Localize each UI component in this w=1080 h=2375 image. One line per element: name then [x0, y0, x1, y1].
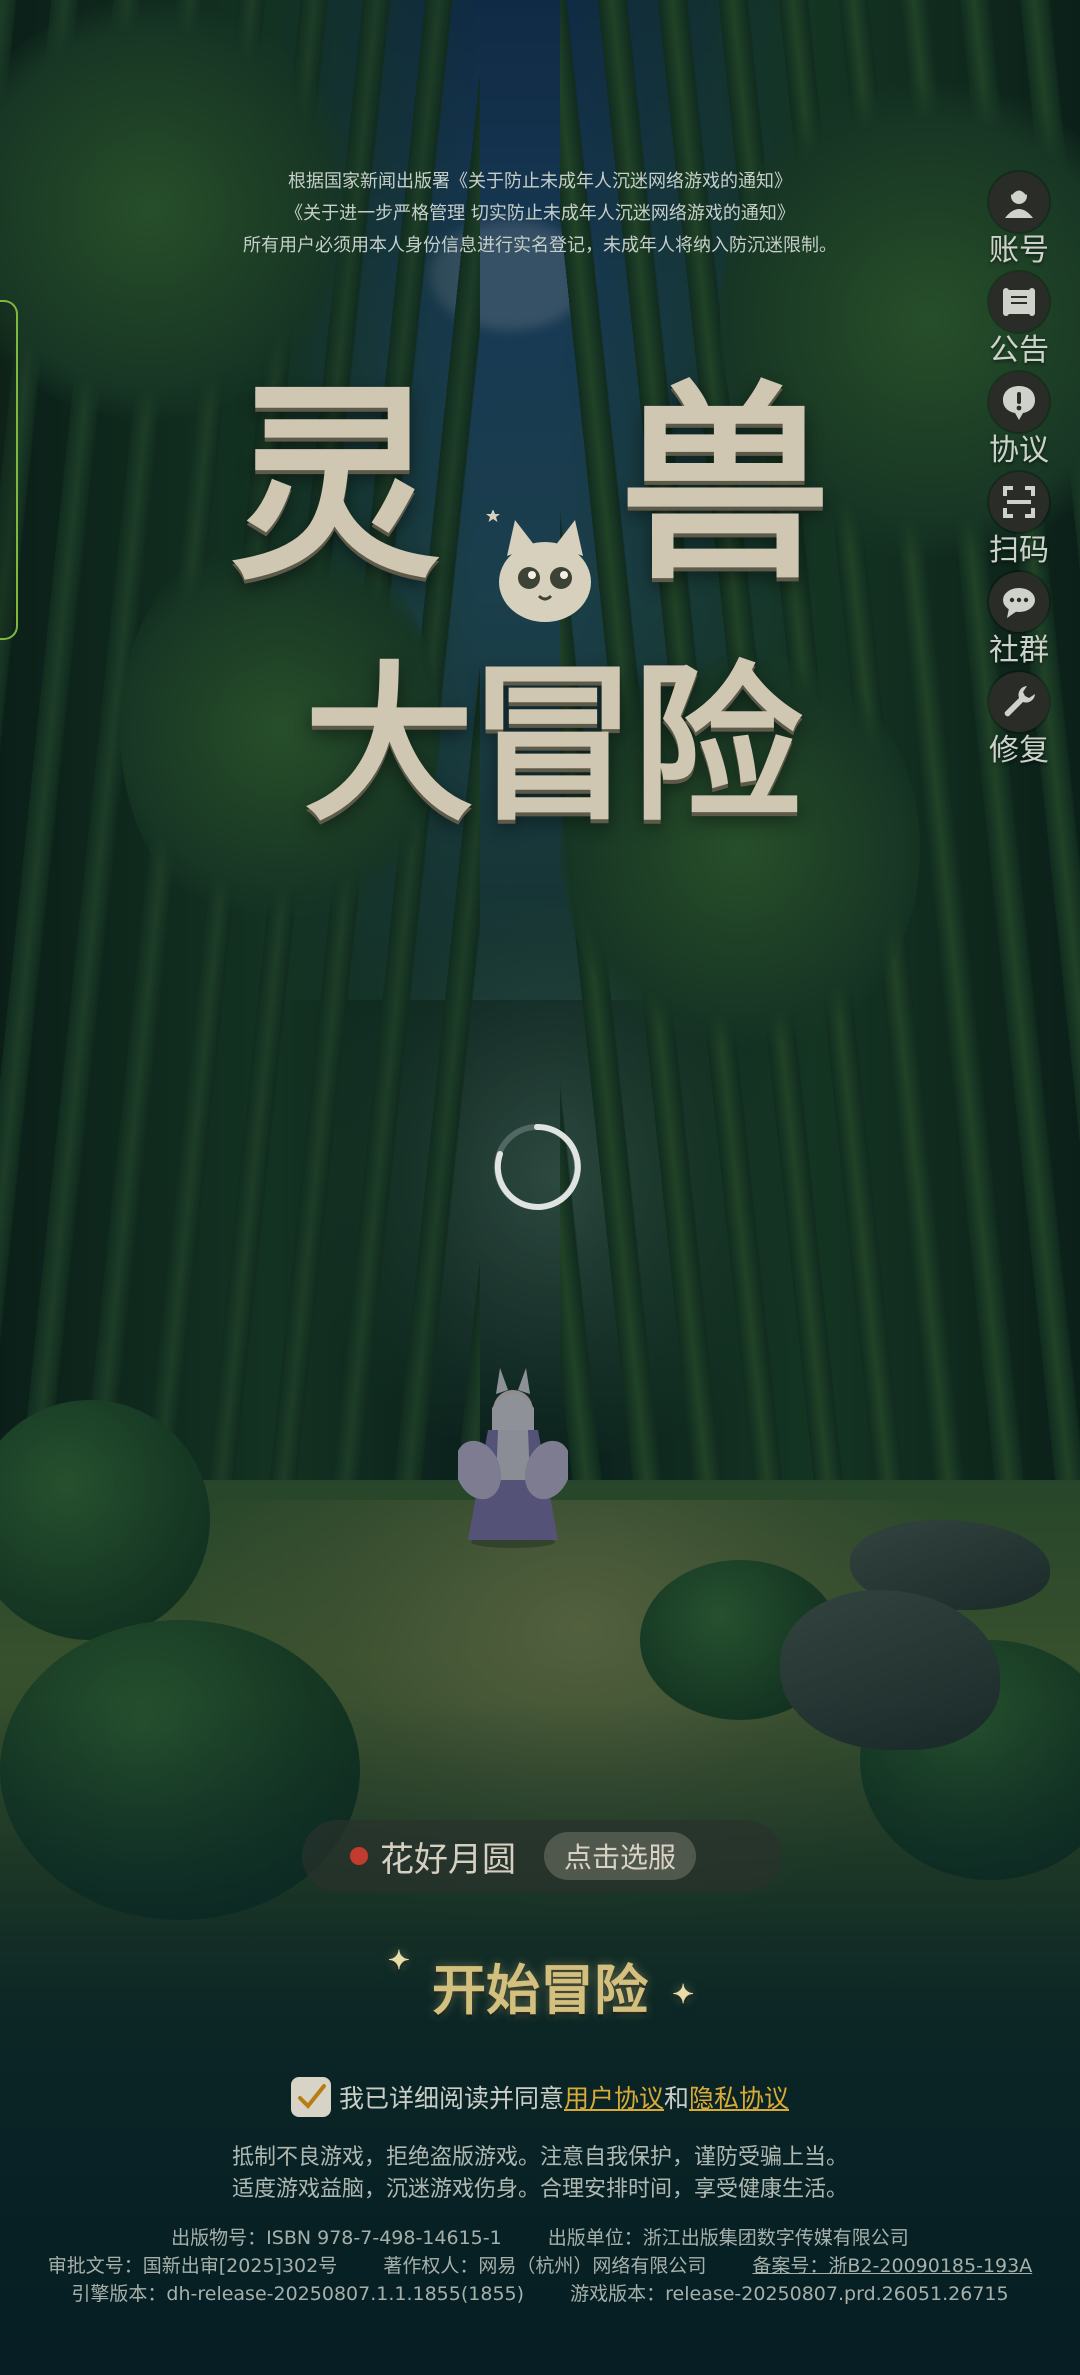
health-notice-line-1: 抵制不良游戏，拒绝盗版游戏。注意自我保护，谨防受骗上当。: [231, 2145, 848, 2170]
icp-link[interactable]: 备案号：浙B2-20090185-193A: [752, 2255, 1032, 2277]
scan-icon: [989, 472, 1049, 532]
select-server-button[interactable]: 点击选服: [544, 1832, 697, 1880]
agreement-row: 我已详细阅读并同意 用户协议 和 隐私协议: [0, 2072, 1080, 2122]
agreement-and: 和: [664, 2084, 690, 2113]
notice-line-2: 《关于进一步严格管理 切实防止未成年人沉迷网络游戏的通知》: [285, 203, 795, 224]
privacy-agreement-link[interactable]: 隐私协议: [689, 2079, 789, 2115]
approval-text: 审批文号：国新出审[2025]302号: [47, 2255, 338, 2277]
agreement-checkbox[interactable]: [290, 2077, 331, 2117]
side-item-scan[interactable]: 扫码: [972, 472, 1066, 572]
side-item-community[interactable]: 社群: [972, 572, 1066, 672]
checkmark-icon: [297, 2084, 326, 2109]
side-item-announcement[interactable]: 公告: [972, 272, 1066, 372]
sparkle-icon: ✦: [672, 1980, 694, 2010]
notice-line-1: 根据国家新闻出版署《关于防止未成年人沉迷网络游戏的通知》: [288, 171, 792, 192]
announcement-icon: [989, 272, 1049, 332]
community-icon: [989, 572, 1049, 632]
cat-mascot-icon: [486, 510, 591, 622]
loading-spinner-icon: [494, 1123, 581, 1210]
copyright-text: 著作权人：网易（杭州）网络有限公司: [383, 2255, 707, 2277]
side-menu: 账号 公告 协议 扫码 社群 修复: [972, 172, 1066, 772]
side-label: 公告: [989, 333, 1049, 368]
side-item-agreement[interactable]: 协议: [972, 372, 1066, 472]
start-button-label: 开始冒险: [432, 1957, 648, 2022]
game-logo: 灵 兽 大冒险: [230, 360, 850, 845]
side-label: 扫码: [989, 533, 1049, 568]
legal-info: 出版物号：ISBN 978-7-498-14615-1 出版单位：浙江出版集团数…: [0, 2224, 1080, 2308]
side-label: 账号: [989, 233, 1049, 268]
logo-line-1: 灵 兽: [230, 360, 850, 622]
server-status-dot: [350, 1847, 368, 1865]
left-edge-tab[interactable]: [0, 300, 18, 640]
user-agreement-link[interactable]: 用户协议: [564, 2079, 664, 2115]
notice-line-3: 所有用户必须用本人身份信息进行实名登记，未成年人将纳入防沉迷限制。: [243, 235, 837, 256]
logo-char-1: 灵: [230, 361, 441, 608]
account-icon: [989, 172, 1049, 232]
health-notice-line-2: 适度游戏益脑，沉迷游戏伤身。合理安排时间，享受健康生活。: [231, 2177, 848, 2202]
health-notice: 抵制不良游戏，拒绝盗版游戏。注意自我保护，谨防受骗上当。 适度游戏益脑，沉迷游戏…: [0, 2142, 1080, 2206]
repair-icon: [989, 672, 1049, 732]
server-selector[interactable]: 花好月圆 点击选服: [302, 1820, 782, 1892]
side-label: 社群: [989, 633, 1049, 668]
engine-version-text: 引擎版本：dh-release-20250807.1.1.1855(1855): [71, 2283, 525, 2305]
side-item-repair[interactable]: 修复: [972, 672, 1066, 772]
agreement-prefix: 我已详细阅读并同意: [338, 2084, 564, 2113]
game-version-text: 游戏版本：release-20250807.prd.26051.26715: [570, 2283, 1009, 2305]
side-label: 修复: [989, 733, 1049, 768]
side-label: 协议: [989, 433, 1049, 468]
agreement-icon: [989, 372, 1049, 432]
publisher-text: 出版单位：浙江出版集团数字传媒有限公司: [547, 2227, 909, 2249]
server-name: 花好月圆: [380, 1839, 516, 1880]
anti-addiction-notice: 根据国家新闻出版署《关于防止未成年人沉迷网络游戏的通知》 《关于进一步严格管理 …: [0, 166, 1080, 262]
side-item-account[interactable]: 账号: [972, 172, 1066, 272]
isbn-text: 出版物号：ISBN 978-7-498-14615-1: [171, 2227, 502, 2249]
logo-char-2: 兽: [620, 361, 831, 608]
sparkle-icon: ✦: [388, 1946, 410, 1976]
logo-line-2: 大冒险: [303, 645, 802, 845]
start-adventure-button[interactable]: ✦ 开始冒险 ✦: [360, 1940, 720, 2030]
